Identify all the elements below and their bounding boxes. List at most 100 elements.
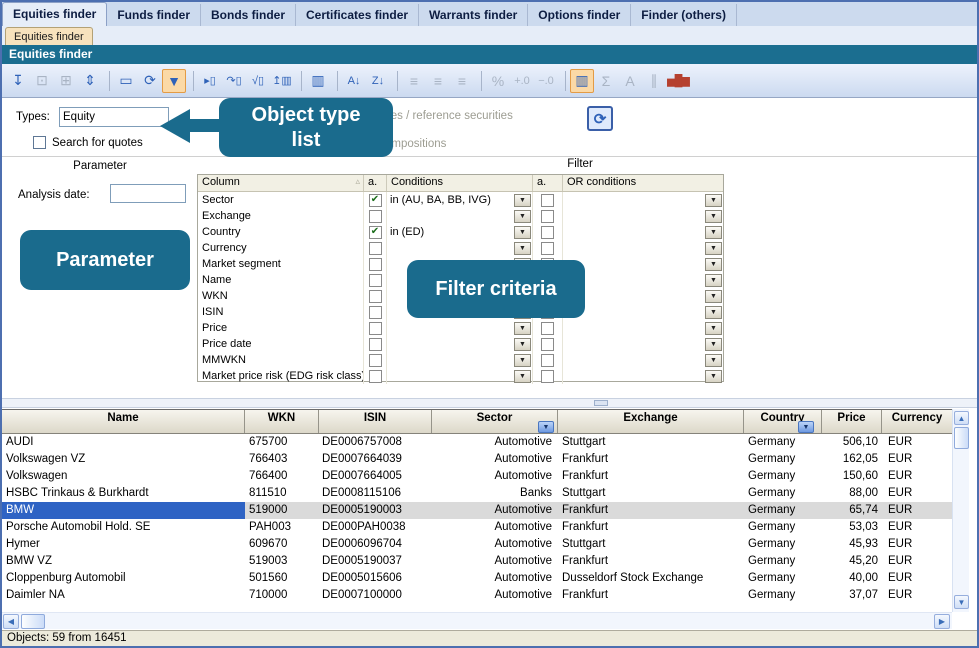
cell-sector[interactable]: Automotive [432,519,558,536]
filter-or-cell[interactable]: ▼ [563,208,723,224]
cell-exchange[interactable]: Frankfurt [558,519,744,536]
fit-to-window-icon[interactable]: ⊞ [54,69,78,93]
tab-bonds-finder[interactable]: Bonds finder [201,4,296,26]
filter-or-cell[interactable]: ▼ [563,304,723,320]
or-condition-dropdown[interactable]: ▼ [705,370,722,383]
tab-funds-finder[interactable]: Funds finder [107,4,201,26]
or-condition-dropdown[interactable]: ▼ [705,194,722,207]
cell-sector[interactable]: Automotive [432,536,558,553]
cell-currency[interactable]: EUR [882,536,952,553]
lock-columns-icon[interactable]: ▥ [570,69,594,93]
filter-header-conditions[interactable]: Conditions [387,175,533,191]
filter-column-label[interactable]: Price [198,320,364,336]
tab-equities-finder[interactable]: Equities finder [2,2,107,26]
table-row[interactable]: Cloppenburg Automobil 501560 DE000501560… [2,570,952,587]
table-row[interactable]: Porsche Automobil Hold. SE PAH003 DE000P… [2,519,952,536]
cell-name[interactable]: BMW [2,502,245,519]
filter-column-label[interactable]: WKN [198,288,364,304]
filter-icon[interactable]: ▼ [162,69,186,93]
cell-name[interactable]: Volkswagen VZ [2,451,245,468]
and-checkbox[interactable] [369,274,382,287]
new-view-icon[interactable]: ▭ [114,69,138,93]
cell-isin[interactable]: DE0006096704 [319,536,432,553]
or-checkbox[interactable] [541,242,554,255]
cell-currency[interactable]: EUR [882,519,952,536]
cell-exchange[interactable]: Frankfurt [558,502,744,519]
filter-condition-cell[interactable]: in (AU, BA, BB, IVG)▼ [387,192,533,208]
cell-currency[interactable]: EUR [882,587,952,604]
vertical-scroll-thumb[interactable] [954,427,969,449]
table-row[interactable]: Daimler NA 710000 DE0007100000 Automotiv… [2,587,952,604]
cell-price[interactable]: 162,05 [822,451,882,468]
filter-header-column[interactable]: Column▵ [198,175,364,191]
cell-name[interactable]: Porsche Automobil Hold. SE [2,519,245,536]
filter-condition-cell[interactable]: ▼ [387,240,533,256]
cell-isin[interactable]: DE0008115106 [319,485,432,502]
filter-column-label[interactable]: Exchange [198,208,364,224]
table-row[interactable]: AUDI 675700 DE0006757008 Automotive Stut… [2,434,952,451]
cell-country[interactable]: Germany [744,485,822,502]
splitter-handle[interactable] [594,400,608,406]
and-checkbox[interactable] [369,322,382,335]
condition-dropdown[interactable]: ▼ [514,338,531,351]
filter-condition-cell[interactable]: ▼ [387,368,533,384]
cell-country[interactable]: Germany [744,587,822,604]
cell-country[interactable]: Germany [744,502,822,519]
cell-name[interactable]: HSBC Trinkaus & Burkhardt [2,485,245,502]
condition-dropdown[interactable]: ▼ [514,194,531,207]
scroll-left-icon[interactable]: ◀ [3,614,19,629]
cell-wkn[interactable]: 609670 [245,536,319,553]
or-condition-dropdown[interactable]: ▼ [705,306,722,319]
vertical-scrollbar[interactable]: ▲ ▼ [952,409,969,612]
condition-dropdown[interactable]: ▼ [514,226,531,239]
filter-column-label[interactable]: MMWKN [198,352,364,368]
cell-country[interactable]: Germany [744,451,822,468]
cell-sector[interactable]: Banks [432,485,558,502]
filter-column-label[interactable]: Name [198,272,364,288]
percent-format-icon[interactable]: % [486,69,510,93]
filter-or-cell[interactable]: ▼ [563,288,723,304]
and-checkbox[interactable] [369,290,382,303]
filter-column-label[interactable]: Market price risk (EDG risk class) [198,368,364,384]
cell-exchange[interactable]: Stuttgart [558,536,744,553]
cell-exchange[interactable]: Stuttgart [558,485,744,502]
cell-name[interactable]: Cloppenburg Automobil [2,570,245,587]
filter-or-cell[interactable]: ▼ [563,192,723,208]
table-row[interactable]: BMW 519000 DE0005190003 Automotive Frank… [2,502,952,519]
panel-splitter[interactable] [2,398,977,408]
filter-or-cell[interactable]: ▼ [563,256,723,272]
cell-sector[interactable]: Automotive [432,553,558,570]
condition-dropdown[interactable]: ▼ [514,354,531,367]
header-isin[interactable]: ISIN [319,410,432,433]
cell-isin[interactable]: DE0007100000 [319,587,432,604]
filter-column-label[interactable]: Sector [198,192,364,208]
cell-exchange[interactable]: Frankfurt [558,451,744,468]
increase-decimal-icon[interactable]: +.0 [510,69,534,93]
cell-isin[interactable]: DE000PAH0038 [319,519,432,536]
and-checkbox[interactable]: ✔ [369,194,382,207]
filter-or-cell[interactable]: ▼ [563,320,723,336]
sort-ascending-icon[interactable]: A↓ [342,69,366,93]
filter-or-cell[interactable]: ▼ [563,240,723,256]
rotate-column-icon[interactable]: ↷▯ [222,69,246,93]
cell-price[interactable]: 53,03 [822,519,882,536]
font-icon[interactable]: A [618,69,642,93]
cell-exchange[interactable]: Frankfurt [558,587,744,604]
chart-icon[interactable]: ▅█▆ [666,69,690,93]
cell-exchange[interactable]: Frankfurt [558,468,744,485]
cell-wkn[interactable]: 501560 [245,570,319,587]
cell-price[interactable]: 506,10 [822,434,882,451]
filter-column-label[interactable]: Country [198,224,364,240]
filter-header-and2[interactable]: a. [533,175,563,191]
horizontal-scroll-thumb[interactable] [21,614,45,629]
cell-wkn[interactable]: 811510 [245,485,319,502]
cell-price[interactable]: 37,07 [822,587,882,604]
or-condition-dropdown[interactable]: ▼ [705,322,722,335]
cell-name[interactable]: Hymer [2,536,245,553]
and-checkbox[interactable] [369,338,382,351]
or-checkbox[interactable] [541,194,554,207]
cell-isin[interactable]: DE0006757008 [319,434,432,451]
cell-sector[interactable]: Automotive [432,502,558,519]
cell-isin[interactable]: DE0005015606 [319,570,432,587]
cell-isin[interactable]: DE0005190037 [319,553,432,570]
